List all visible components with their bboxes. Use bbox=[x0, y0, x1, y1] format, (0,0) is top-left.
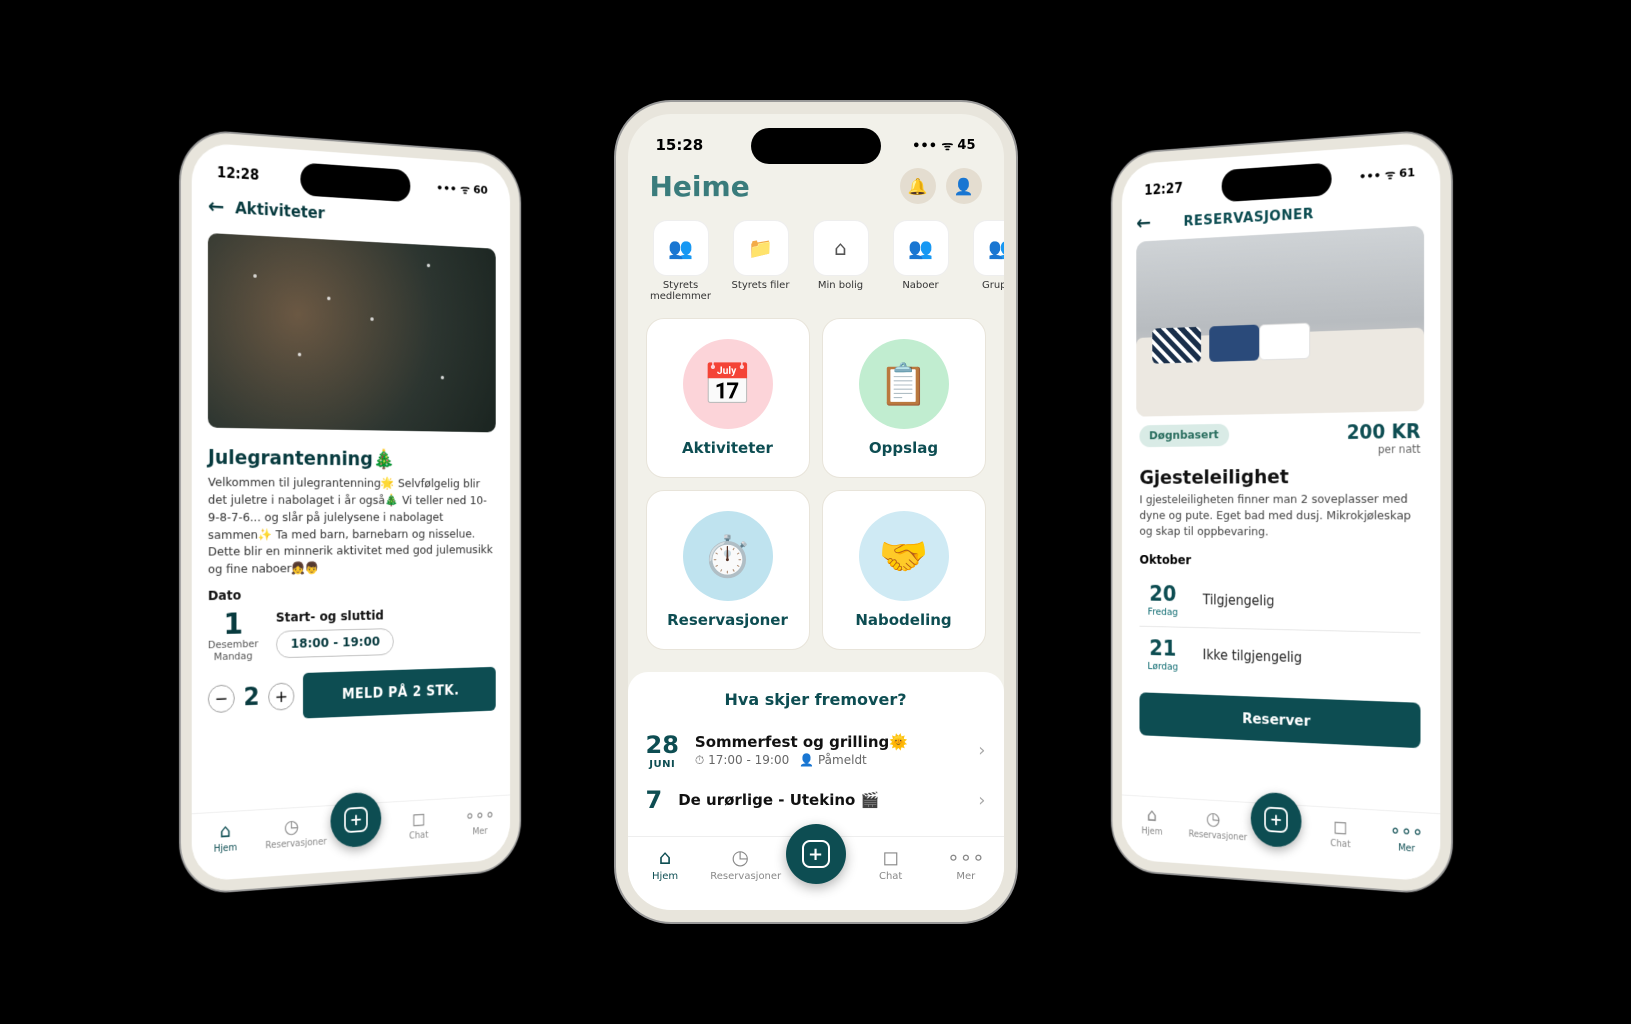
more-icon: ∘∘∘ bbox=[455, 803, 503, 827]
quick-groups[interactable]: 👥Gruppe bbox=[966, 220, 1004, 302]
nav-chat[interactable]: ◻Chat bbox=[393, 806, 442, 842]
availability-row[interactable]: 20Fredag Tilgjengelig bbox=[1139, 572, 1420, 633]
event-description: Velkommen til julegrantenning🌟 Selvfølge… bbox=[207, 475, 495, 580]
nav-more[interactable]: ∘∘∘Mer bbox=[455, 803, 503, 839]
pricing-tag: Døgnbasert bbox=[1139, 424, 1228, 447]
home-icon: ⌂ bbox=[1127, 803, 1175, 827]
time-label: Start- og sluttid bbox=[275, 609, 393, 626]
signup-button[interactable]: MELD PÅ 2 STK. bbox=[303, 667, 496, 719]
nav-home[interactable]: ⌂Hjem bbox=[635, 845, 695, 882]
upcoming-event[interactable]: 7 De urørlige - Utekino 🎬 › bbox=[646, 778, 986, 822]
more-icon: ∘∘∘ bbox=[936, 845, 996, 869]
quick-access-row: 👥Styrets medlemmer 📁Styrets filer ⌂Min b… bbox=[628, 210, 1004, 308]
people-icon: 👥 bbox=[653, 220, 709, 276]
chevron-right-icon: › bbox=[978, 790, 985, 811]
clock-icon: ◷ bbox=[1188, 806, 1237, 830]
board-icon: 📋 bbox=[859, 339, 949, 429]
phone-activity-detail: 12:28 ••• ᯤ 60 ← Aktiviteter Julegranten… bbox=[180, 130, 519, 894]
stopwatch-icon: ⏱️ bbox=[683, 511, 773, 601]
nav-reservations[interactable]: ◷Reservasjoner bbox=[1188, 806, 1237, 842]
availability-row[interactable]: 21Lørdag Ikke tilgjengelig bbox=[1139, 626, 1420, 689]
notch bbox=[300, 163, 410, 203]
price-unit: per natt bbox=[1346, 443, 1420, 457]
phone-reservations: 12:27 ••• ᯤ 61 ← RESERVASJONER Døgnbaser… bbox=[1112, 130, 1451, 894]
time-range: 18:00 - 19:00 bbox=[275, 628, 393, 658]
month-label: Oktober bbox=[1139, 553, 1420, 570]
card-activities[interactable]: 📅Aktiviteter bbox=[646, 318, 810, 478]
clock-icon: ◷ bbox=[710, 845, 770, 869]
nav-home[interactable]: ⌂Hjem bbox=[198, 818, 251, 856]
more-icon: ∘∘∘ bbox=[1379, 818, 1432, 844]
chat-icon: ◻ bbox=[393, 806, 442, 830]
reserve-button[interactable]: Reserver bbox=[1139, 692, 1420, 748]
increase-button[interactable]: + bbox=[268, 682, 294, 710]
nav-home[interactable]: ⌂Hjem bbox=[1127, 803, 1175, 839]
listing-description: I gjesteleiligheten finner man 2 sovepla… bbox=[1139, 492, 1420, 543]
nav-reservations[interactable]: ◷Reservasjoner bbox=[710, 845, 770, 882]
calendar-icon: 📅 bbox=[683, 339, 773, 429]
profile-button[interactable]: 👤 bbox=[946, 168, 982, 204]
notifications-button[interactable]: 🔔 bbox=[900, 168, 936, 204]
notch bbox=[751, 128, 881, 164]
status-time: 12:28 bbox=[216, 164, 258, 183]
quick-my-home[interactable]: ⌂Min bolig bbox=[806, 220, 876, 302]
price-value: 200 KR bbox=[1346, 420, 1420, 443]
chat-icon: ◻ bbox=[1314, 814, 1366, 839]
status-icons: ••• ᯤ 45 bbox=[912, 136, 975, 154]
home-icon: ⌂ bbox=[635, 845, 695, 869]
event-date: 1 Desember Mandag bbox=[207, 608, 257, 663]
listing-image bbox=[1136, 226, 1424, 417]
card-sharing[interactable]: 🤝Nabodeling bbox=[822, 490, 986, 650]
quick-board-files[interactable]: 📁Styrets filer bbox=[726, 220, 796, 302]
app-logo: Heime bbox=[650, 170, 750, 203]
quick-board-members[interactable]: 👥Styrets medlemmer bbox=[646, 220, 716, 302]
chevron-right-icon: › bbox=[978, 740, 985, 761]
phone-home: 15:28 ••• ᯤ 45 Heime 🔔 👤 👥Styrets medlem… bbox=[616, 102, 1016, 922]
nav-chat[interactable]: ◻Chat bbox=[861, 845, 921, 882]
event-hero-image bbox=[207, 233, 495, 432]
card-notices[interactable]: 📋Oppslag bbox=[822, 318, 986, 478]
nav-more[interactable]: ∘∘∘Mer bbox=[1379, 818, 1432, 856]
fab-add[interactable]: + bbox=[786, 824, 846, 884]
status-icons: ••• ᯤ 61 bbox=[1359, 164, 1415, 184]
folder-icon: 📁 bbox=[733, 220, 789, 276]
status-time: 12:27 bbox=[1144, 180, 1183, 198]
group-icon: 👥 bbox=[973, 220, 1004, 276]
event-title: Julegrantenning🎄 bbox=[207, 446, 495, 472]
status-time: 15:28 bbox=[656, 136, 704, 154]
quantity-value: 2 bbox=[243, 684, 259, 712]
quick-neighbors[interactable]: 👥Naboer bbox=[886, 220, 956, 302]
nav-chat[interactable]: ◻Chat bbox=[1314, 814, 1366, 851]
nav-reservations[interactable]: ◷Reservasjoner bbox=[265, 814, 317, 851]
notch bbox=[1221, 163, 1331, 203]
chat-icon: ◻ bbox=[861, 845, 921, 869]
status-icons: ••• ᯤ 60 bbox=[436, 179, 487, 198]
upcoming-event[interactable]: 28JUNI Sommerfest og grilling🌞⏱ 17:00 - … bbox=[646, 723, 986, 778]
house-icon: ⌂ bbox=[813, 220, 869, 276]
home-icon: ⌂ bbox=[198, 818, 251, 844]
date-section-label: Dato bbox=[207, 585, 495, 604]
upcoming-title: Hva skjer fremover? bbox=[646, 690, 986, 709]
card-reservations[interactable]: ⏱️Reservasjoner bbox=[646, 490, 810, 650]
page-title: RESERVASJONER bbox=[1183, 205, 1313, 230]
nav-more[interactable]: ∘∘∘Mer bbox=[936, 845, 996, 882]
listing-title: Gjesteleilighet bbox=[1139, 465, 1420, 489]
back-button[interactable]: ← bbox=[207, 195, 223, 219]
handshake-icon: 🤝 bbox=[859, 511, 949, 601]
decrease-button[interactable]: − bbox=[207, 684, 234, 713]
page-title: Aktiviteter bbox=[235, 199, 325, 223]
clock-icon: ◷ bbox=[265, 814, 317, 839]
back-button[interactable]: ← bbox=[1136, 212, 1151, 235]
neighbors-icon: 👥 bbox=[893, 220, 949, 276]
